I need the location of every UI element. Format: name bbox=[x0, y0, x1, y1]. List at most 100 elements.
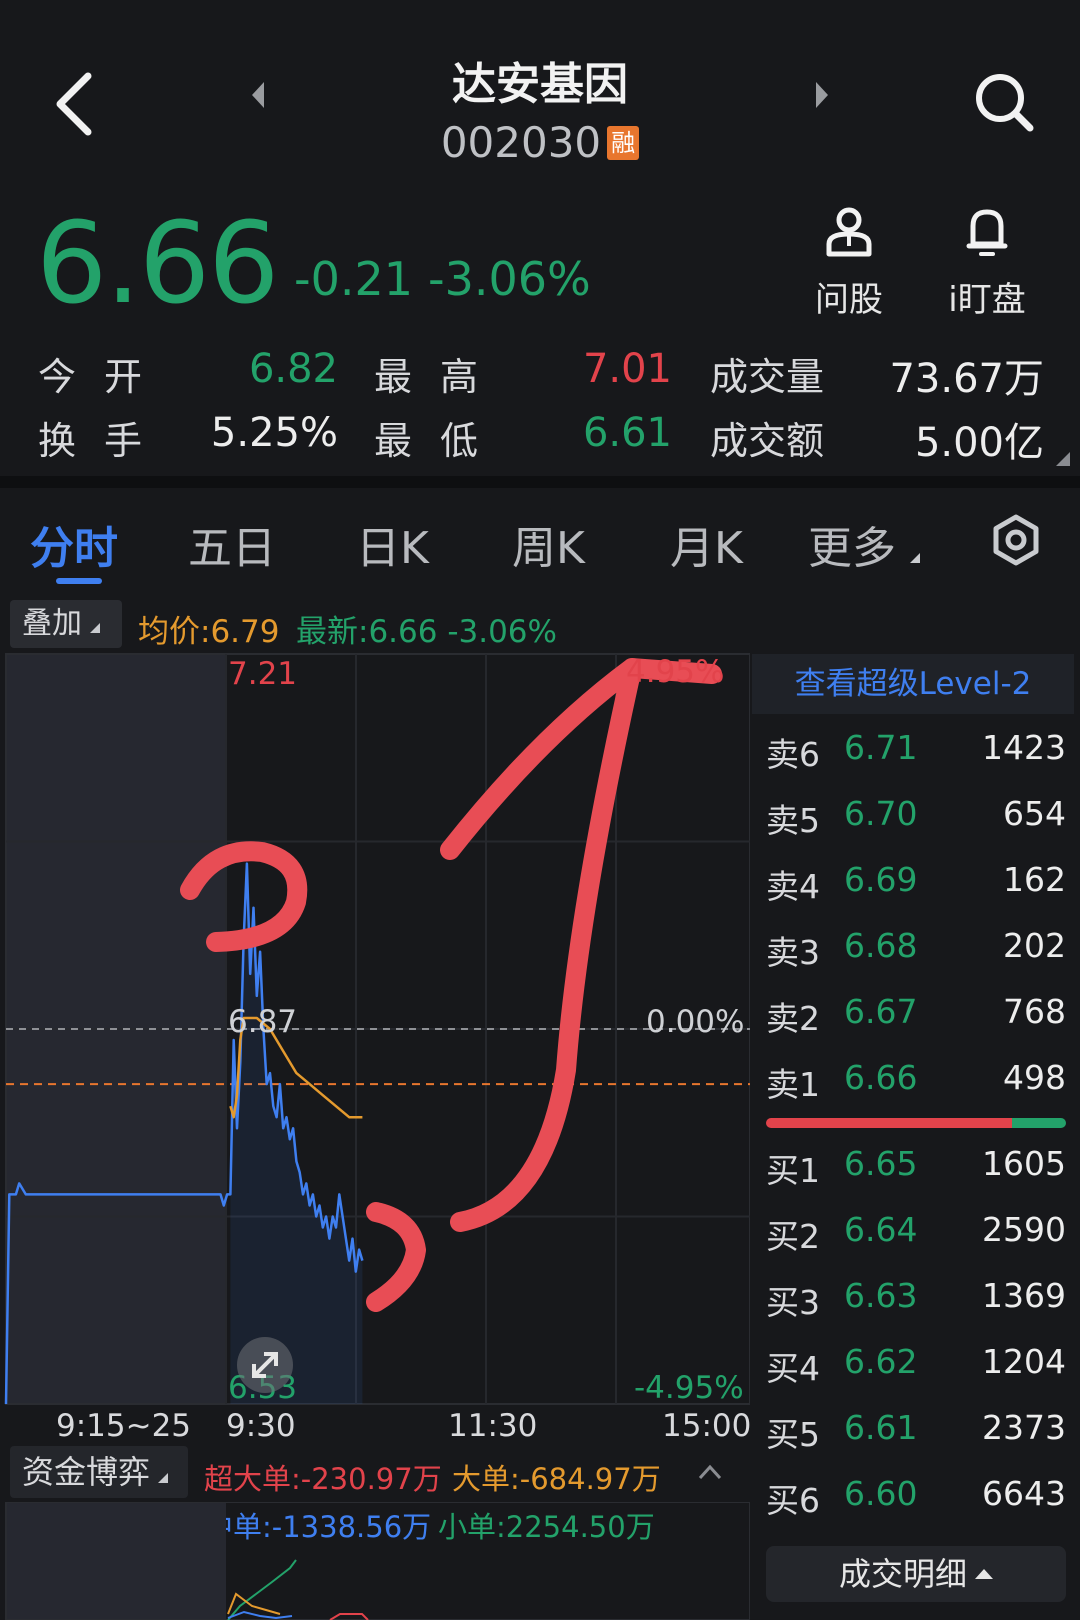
ask-price: 6.70 bbox=[844, 794, 918, 833]
ask-row[interactable]: 卖1 6.66 498 bbox=[752, 1058, 1080, 1124]
ask-row[interactable]: 卖6 6.71 1423 bbox=[752, 728, 1080, 794]
settings-icon[interactable] bbox=[990, 514, 1042, 566]
bid-level: 买6 bbox=[766, 1481, 820, 1520]
bid-volume: 6643 bbox=[982, 1474, 1066, 1513]
price-change-percent: -3.06% bbox=[428, 252, 591, 306]
tab-weekly-k[interactable]: 周K bbox=[512, 512, 585, 576]
ask-level: 卖2 bbox=[766, 999, 820, 1038]
tab-more-label: 更多 bbox=[808, 523, 896, 574]
annotation-hook-bottom bbox=[366, 1202, 426, 1312]
ask-level: 卖3 bbox=[766, 933, 820, 972]
fund-chart-preopen-shade bbox=[6, 1502, 226, 1620]
tab-monthly-k[interactable]: 月K bbox=[670, 512, 743, 576]
time-label-preopen: 9:15~25 bbox=[56, 1408, 192, 1444]
ask-stock-label: 问股 bbox=[815, 280, 883, 320]
ask-volume: 1423 bbox=[982, 728, 1066, 767]
intraday-chart[interactable]: 7.21 4.95% 6.87 0.00% 6.53 -4.95% bbox=[0, 650, 751, 1410]
time-label-noon: 11:30 bbox=[448, 1408, 538, 1444]
bid-price: 6.65 bbox=[844, 1144, 918, 1183]
bid-price: 6.64 bbox=[844, 1210, 918, 1249]
fullscreen-icon[interactable] bbox=[236, 1336, 294, 1394]
bid-volume: 2590 bbox=[982, 1210, 1066, 1249]
volume-value: 73.67万 bbox=[889, 356, 1044, 402]
low-value: 6.61 bbox=[582, 410, 672, 456]
ask-price: 6.66 bbox=[844, 1058, 918, 1097]
open-value: 6.82 bbox=[248, 346, 338, 392]
ask-row[interactable]: 卖4 6.69 162 bbox=[752, 860, 1080, 926]
bid-row[interactable]: 买5 6.61 2373 bbox=[752, 1408, 1080, 1474]
overlay-button[interactable]: 叠加 bbox=[10, 600, 122, 648]
ask-row[interactable]: 卖3 6.68 202 bbox=[752, 926, 1080, 992]
ask-price: 6.67 bbox=[844, 992, 918, 1031]
super-large-order-flow: 超大单:-230.97万 bbox=[204, 1462, 442, 1496]
ask-row[interactable]: 卖5 6.70 654 bbox=[752, 794, 1080, 860]
bid-price: 6.62 bbox=[844, 1342, 918, 1381]
dropdown-icon bbox=[90, 623, 100, 633]
overlay-label: 叠加 bbox=[22, 606, 82, 641]
open-label: 今开 bbox=[38, 355, 171, 399]
bid-volume: 1369 bbox=[982, 1276, 1066, 1315]
bid-row[interactable]: 买4 6.62 1204 bbox=[752, 1342, 1080, 1408]
collapse-icon[interactable] bbox=[698, 1464, 722, 1480]
bid-price: 6.60 bbox=[844, 1474, 918, 1513]
bid-row[interactable]: 买2 6.64 2590 bbox=[752, 1210, 1080, 1276]
back-arrow-icon[interactable] bbox=[48, 64, 104, 144]
ask-stock-button[interactable]: 问股 bbox=[794, 206, 904, 321]
bell-icon bbox=[966, 209, 1008, 256]
stock-code-row: 002030 融 bbox=[300, 118, 780, 167]
large-order-flow: 大单:-684.97万 bbox=[452, 1462, 661, 1496]
ask-volume: 202 bbox=[1003, 926, 1066, 965]
annotation-arrow bbox=[440, 658, 722, 1232]
bid-price: 6.61 bbox=[844, 1408, 918, 1447]
ask-volume: 654 bbox=[1003, 794, 1066, 833]
bid-level: 买2 bbox=[766, 1217, 820, 1256]
dropdown-icon bbox=[910, 553, 920, 563]
pct-axis-top-label: 4.95% bbox=[626, 654, 725, 690]
bid-row[interactable]: 买1 6.65 1605 bbox=[752, 1144, 1080, 1210]
bid-volume: 1204 bbox=[982, 1342, 1066, 1381]
bid-volume: 2373 bbox=[982, 1408, 1066, 1447]
last-price: 6.66 bbox=[36, 199, 279, 329]
section-divider bbox=[0, 476, 1080, 488]
next-stock-icon[interactable] bbox=[812, 80, 832, 110]
top-header: 达安基因 002030 融 bbox=[0, 0, 1080, 205]
trade-detail-button[interactable]: 成交明细 bbox=[766, 1546, 1066, 1602]
stock-name: 达安基因 bbox=[452, 59, 628, 110]
search-icon[interactable] bbox=[972, 70, 1036, 134]
y-axis-mid-label: 6.87 bbox=[228, 1004, 298, 1040]
bid-row[interactable]: 买6 6.60 6643 bbox=[752, 1474, 1080, 1540]
bid-level: 买5 bbox=[766, 1415, 820, 1454]
amount-value: 5.00亿 bbox=[914, 420, 1044, 466]
low-label: 最低 bbox=[374, 419, 507, 463]
ask-row[interactable]: 卖2 6.67 768 bbox=[752, 992, 1080, 1058]
tab-five-day[interactable]: 五日 bbox=[188, 512, 276, 576]
ask-level: 卖6 bbox=[766, 735, 820, 774]
high-label: 最高 bbox=[374, 355, 507, 399]
fund-flow-button[interactable]: 资金博弈 bbox=[10, 1446, 188, 1498]
stats-expand-icon[interactable] bbox=[1056, 452, 1070, 466]
buy-sell-ratio-bar bbox=[766, 1118, 1066, 1128]
pct-axis-bottom-label: -4.95% bbox=[634, 1370, 744, 1406]
bid-row[interactable]: 买3 6.63 1369 bbox=[752, 1276, 1080, 1342]
average-price-label: 均价:6.79 bbox=[138, 614, 280, 650]
tab-daily-k[interactable]: 日K bbox=[356, 512, 429, 576]
price-change: -0.21 bbox=[294, 252, 414, 306]
dropdown-icon bbox=[158, 1473, 169, 1483]
y-axis-top-label: 7.21 bbox=[228, 656, 298, 692]
bid-level: 买3 bbox=[766, 1283, 820, 1322]
fund-flow-small-line bbox=[227, 1559, 297, 1620]
active-tab-indicator bbox=[56, 578, 102, 584]
turnover-label: 换手 bbox=[38, 419, 171, 463]
margin-trading-badge: 融 bbox=[607, 126, 640, 160]
level2-banner[interactable]: 查看超级Level-2 bbox=[752, 654, 1074, 714]
expand-up-icon bbox=[975, 1569, 993, 1579]
prev-stock-icon[interactable] bbox=[248, 80, 268, 110]
tab-more[interactable]: 更多 bbox=[808, 512, 920, 576]
watch-stock-label: i盯盘 bbox=[948, 280, 1026, 320]
watch-stock-button[interactable]: i盯盘 bbox=[932, 206, 1042, 321]
volume-label: 成交量 bbox=[710, 355, 825, 399]
time-label-close: 15:00 bbox=[662, 1408, 752, 1444]
tab-intraday[interactable]: 分时 bbox=[30, 512, 118, 576]
high-value: 7.01 bbox=[582, 346, 672, 392]
fund-flow-chart bbox=[5, 1502, 750, 1620]
